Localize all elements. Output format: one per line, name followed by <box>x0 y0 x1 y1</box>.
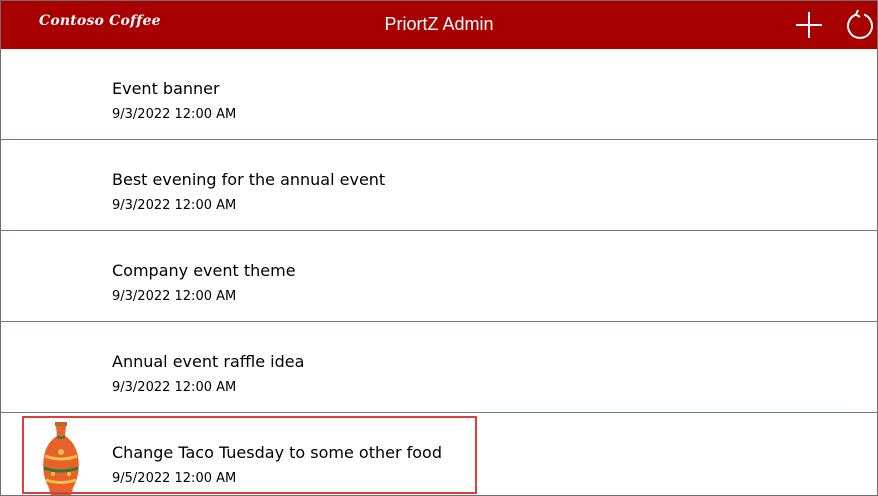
refresh-icon <box>847 9 873 39</box>
add-button[interactable] <box>793 9 825 41</box>
list-item[interactable]: Best evening for the annual event 9/3/20… <box>1 140 877 231</box>
list-item-selected[interactable]: Change Taco Tuesday to some other food 9… <box>1 413 877 495</box>
vase-image <box>43 422 79 495</box>
page-title: PriortZ Admin <box>384 14 494 34</box>
item-date: 9/3/2022 12:00 AM <box>112 289 237 304</box>
plus-icon <box>796 12 822 38</box>
item-title: Annual event raffle idea <box>112 352 305 371</box>
list-item[interactable]: Annual event raffle idea 9/3/2022 12:00 … <box>1 322 877 413</box>
item-date: 9/5/2022 12:00 AM <box>112 471 237 486</box>
app-header: Contoso Coffee PriortZ Admin <box>1 1 877 49</box>
app-window: Contoso Coffee PriortZ Admin Event banne… <box>0 0 878 496</box>
item-date: 9/3/2022 12:00 AM <box>112 198 237 213</box>
item-title: Company event theme <box>112 261 296 280</box>
item-title: Event banner <box>112 79 220 98</box>
item-date: 9/3/2022 12:00 AM <box>112 107 237 122</box>
item-title: Change Taco Tuesday to some other food <box>112 443 442 462</box>
item-date: 9/3/2022 12:00 AM <box>112 380 237 395</box>
list-item[interactable]: Event banner 9/3/2022 12:00 AM <box>1 49 877 140</box>
list-item[interactable]: Company event theme 9/3/2022 12:00 AM <box>1 231 877 322</box>
refresh-button[interactable] <box>844 9 876 41</box>
item-title: Best evening for the annual event <box>112 170 386 189</box>
